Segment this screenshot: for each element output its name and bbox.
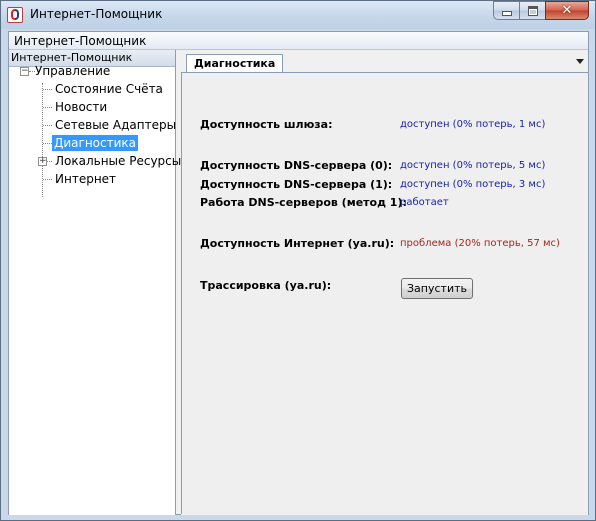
tab-dropdown-icon[interactable] — [576, 59, 584, 64]
caption-buttons: ✕ — [493, 1, 589, 21]
run-traceroute-button[interactable]: Запустить — [401, 278, 473, 299]
content-panel: Диагностика Доступность шлюза: доступен … — [181, 50, 588, 515]
close-icon: ✕ — [561, 3, 573, 18]
dns-method-status: работает — [400, 197, 449, 208]
minimize-button[interactable] — [493, 1, 519, 20]
minimize-icon — [501, 11, 512, 16]
tree-line — [43, 179, 52, 180]
dns-method-label: Работа DNS-серверов (метод 1): — [200, 196, 407, 209]
tree-item-adapters[interactable]: Сетевые Адаптеры — [53, 117, 178, 133]
gateway-label: Доступность шлюза: — [200, 118, 333, 131]
dns1-label: Доступность DNS-сервера (1): — [200, 178, 393, 191]
menu-item-app[interactable]: Интернет-Помощник — [14, 34, 146, 48]
tree-item-root[interactable]: Управление — [33, 63, 112, 79]
dns0-status: доступен (0% потерь, 5 мс) — [400, 160, 546, 171]
menu-bar: Интернет-Помощник — [9, 32, 588, 50]
app-window: Интернет-Помощник ✕ Интернет-Помощник Ин… — [0, 0, 596, 521]
tree-line — [43, 143, 52, 144]
tree-line — [47, 161, 52, 162]
navigation-panel: Интернет-Помощник − Управление Состояние… — [9, 50, 181, 515]
close-button[interactable]: ✕ — [545, 1, 589, 20]
title-bar[interactable]: Интернет-Помощник ✕ — [1, 1, 595, 29]
tree-item-internet[interactable]: Интернет — [53, 171, 118, 187]
window-title: Интернет-Помощник — [30, 7, 163, 21]
tree-line — [43, 89, 52, 90]
tree-line — [43, 107, 52, 108]
tree-item-account[interactable]: Состояние Счёта — [53, 81, 165, 97]
maximize-button[interactable] — [519, 1, 545, 20]
tree-line — [43, 125, 52, 126]
gateway-status: доступен (0% потерь, 1 мс) — [400, 119, 546, 130]
internet-status: проблема (20% потерь, 57 мс) — [400, 238, 560, 249]
dns0-label: Доступность DNS-сервера (0): — [200, 159, 393, 172]
nav-tree: − Управление Состояние Счёта Новости Сет… — [9, 64, 181, 507]
maximize-icon — [527, 5, 538, 16]
tree-item-local-resources[interactable]: Локальные Ресурсы — [53, 153, 183, 169]
dns1-status: доступен (0% потерь, 3 мс) — [400, 179, 546, 190]
traceroute-label: Трассировка (ya.ru): — [200, 279, 332, 292]
tab-strip: Диагностика — [181, 50, 588, 73]
tab-diagnostics[interactable]: Диагностика — [186, 54, 284, 72]
tree-collapse-icon[interactable]: − — [20, 67, 29, 76]
client-area: Интернет-Помощник Интернет-Помощник − Уп… — [8, 31, 589, 515]
tree-item-news[interactable]: Новости — [53, 99, 109, 115]
internet-label: Доступность Интернет (ya.ru): — [200, 237, 395, 250]
app-icon[interactable] — [7, 7, 23, 23]
tree-item-diagnostics[interactable]: Диагностика — [52, 135, 139, 151]
tree-expand-icon[interactable]: + — [38, 157, 47, 166]
diagnostics-page: Доступность шлюза: доступен (0% потерь, … — [181, 73, 587, 514]
